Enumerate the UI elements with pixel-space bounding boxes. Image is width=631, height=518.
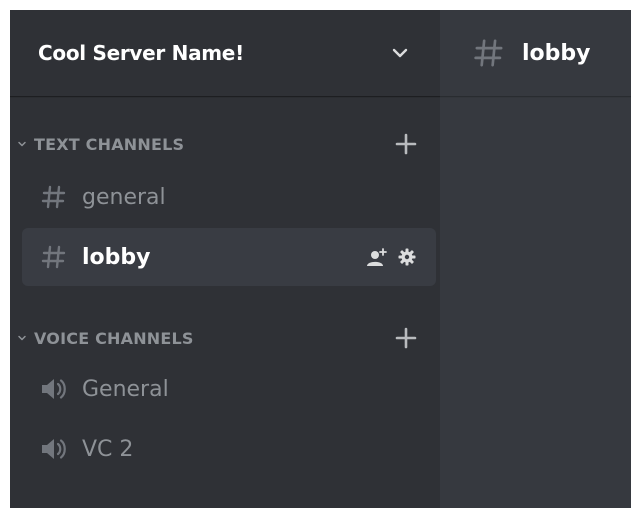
channel-header: lobby (440, 10, 631, 96)
add-voice-channel-button[interactable] (394, 326, 418, 350)
channel-general[interactable]: general (22, 168, 436, 226)
channel-lobby[interactable]: lobby (22, 228, 436, 286)
speaker-icon (38, 373, 70, 405)
hash-icon (472, 36, 506, 70)
channel-voice-general[interactable]: General (22, 360, 436, 418)
add-text-channel-button[interactable] (394, 132, 418, 156)
category-chevron-icon (16, 138, 28, 150)
channel-vc-2[interactable]: VC 2 (22, 420, 436, 478)
channel-title: lobby (522, 40, 591, 66)
server-name: Cool Server Name! (38, 41, 244, 65)
hash-icon (38, 241, 70, 273)
category-label: VOICE CHANNELS (34, 328, 194, 348)
channel-sidebar: Cool Server Name! TEXT CHANNELS general … (10, 10, 440, 508)
hash-icon (38, 181, 70, 213)
channel-label: General (82, 376, 169, 402)
invite-user-icon[interactable] (366, 246, 388, 268)
gear-icon[interactable] (396, 246, 418, 268)
category-voice-channels[interactable]: VOICE CHANNELS (10, 324, 440, 352)
app-window: Cool Server Name! TEXT CHANNELS general … (10, 10, 631, 508)
category-text-channels[interactable]: TEXT CHANNELS (10, 130, 440, 158)
channel-label: VC 2 (82, 436, 134, 462)
category-label: TEXT CHANNELS (34, 134, 185, 154)
chat-area: lobby (440, 10, 631, 508)
channel-label: lobby (82, 244, 151, 270)
chevron-down-icon[interactable] (390, 43, 410, 63)
speaker-icon (38, 433, 70, 465)
category-chevron-icon (16, 332, 28, 344)
server-header[interactable]: Cool Server Name! (10, 10, 440, 96)
channel-label: general (82, 184, 166, 210)
